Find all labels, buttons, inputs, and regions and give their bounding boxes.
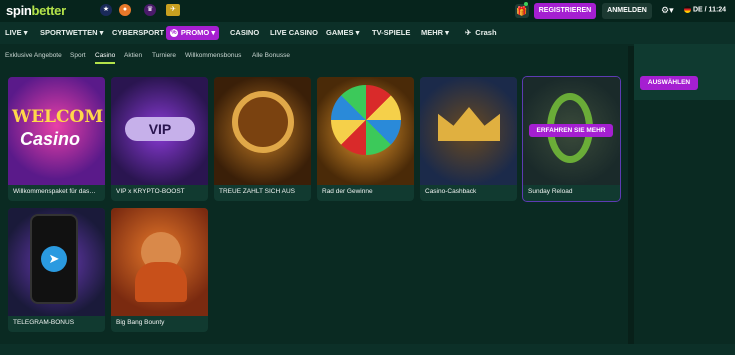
promo-image: ERFAHREN SIE MEHR <box>523 77 620 185</box>
subnav-aktien[interactable]: Aktien <box>124 52 142 59</box>
site-logo[interactable]: spinbetter <box>6 3 66 18</box>
promo-card[interactable]: VIP VIP x KRYPTO-BOOST <box>111 77 208 201</box>
subnav-turniere[interactable]: Turniere <box>152 52 176 59</box>
promo-image: ➤ <box>8 208 105 316</box>
wheel-art <box>232 91 294 153</box>
crown-art <box>438 107 500 141</box>
promo-title: TREUE ZAHLT SICH AUS <box>219 188 295 195</box>
nav-crash[interactable]: ✈ Crash <box>465 22 497 44</box>
subnav-alle-bonusse[interactable]: Alle Bonusse <box>252 52 290 59</box>
welcome-casino-art: WELCOM <box>12 107 104 127</box>
telegram-icon: ➤ <box>41 246 67 272</box>
crash-plane-icon: ✈ <box>465 28 472 37</box>
select-button[interactable]: AUSWÄHLEN <box>640 76 698 90</box>
miner-beard-art <box>135 262 187 302</box>
nav-promo-label: PROMO ▾ <box>180 28 216 37</box>
logo-text: spin <box>6 3 32 18</box>
notification-dot <box>524 2 528 6</box>
promo-title: Rad der Gewinne <box>322 188 373 195</box>
promo-image <box>111 208 208 316</box>
nav-mehr[interactable]: MEHR ▾ <box>421 22 449 44</box>
register-button[interactable]: REGISTRIEREN <box>534 3 596 19</box>
language-time-selector[interactable]: DE / 11:24 <box>684 6 726 13</box>
promo-grid: WELCOM Casino Willkommenspaket für das… … <box>0 66 628 344</box>
promo-title: VIP x KRYPTO-BOOST <box>116 188 185 195</box>
login-button[interactable]: ANMELDEN <box>602 3 652 19</box>
promo-title: Willkommenspaket für das… <box>13 188 96 195</box>
nav-tv-spiele[interactable]: TV-SPIELE <box>372 22 410 44</box>
side-panel: AUSWÄHLEN <box>634 44 735 100</box>
promo-card[interactable]: TREUE ZAHLT SICH AUS <box>214 77 311 201</box>
subnav-casino[interactable]: Casino <box>95 52 116 64</box>
promo-subnav: Exklusive Angebote Sport Casino Aktien T… <box>0 46 628 66</box>
gear-icon[interactable]: ⚙▾ <box>661 5 674 16</box>
uefa-champions-league-icon: ★ <box>100 4 112 16</box>
learn-more-button[interactable]: ERFAHREN SIE MEHR <box>529 124 613 137</box>
subnav-exklusive[interactable]: Exklusive Angebote <box>5 52 62 59</box>
subnav-willkommensbonus[interactable]: Willkommensbonus <box>185 52 241 59</box>
nav-cybersport[interactable]: CYBERSPORT <box>112 22 164 44</box>
promo-image <box>317 77 414 185</box>
nav-crash-label: Crash <box>475 28 497 37</box>
crash-badge-icon: ✈ <box>166 4 180 16</box>
nav-casino[interactable]: CASINO <box>230 22 259 44</box>
bottom-strip <box>0 344 735 355</box>
nav-sportwetten[interactable]: SPORTWETTEN ▾ <box>40 22 103 44</box>
nav-live-casino[interactable]: LIVE CASINO <box>270 22 318 44</box>
promo-title: Casino-Cashback <box>425 188 477 195</box>
lang-time-text: DE / 11:24 <box>693 6 727 14</box>
promo-card[interactable]: WELCOM Casino Willkommenspaket für das… <box>8 77 105 201</box>
germany-flag-icon <box>684 6 691 13</box>
promo-card[interactable]: Rad der Gewinne <box>317 77 414 201</box>
promo-card[interactable]: Big Bang Bounty <box>111 208 208 332</box>
top-bar: spinbetter ★ ● ♛ ✈ 🎁 REGISTRIEREN ANMELD… <box>0 0 735 22</box>
uefa-europa-league-icon: ● <box>119 4 131 16</box>
nav-live[interactable]: LIVE ▾ <box>5 22 28 44</box>
promo-image <box>214 77 311 185</box>
promo-icon: % <box>169 29 178 38</box>
promo-card[interactable]: Casino-Cashback <box>420 77 517 201</box>
premier-league-icon: ♛ <box>144 4 156 16</box>
promo-title: Big Bang Bounty <box>116 319 165 326</box>
nav-promo[interactable]: % PROMO ▾ <box>166 26 219 40</box>
vip-slot-art: VIP <box>125 117 195 141</box>
main-nav: LIVE ▾ SPORTWETTEN ▾ CYBERSPORT % PROMO ▾… <box>0 22 735 44</box>
promo-card[interactable]: ERFAHREN SIE MEHR Sunday Reload <box>522 76 621 202</box>
logo-accent-text: better <box>31 3 67 18</box>
promo-image <box>420 77 517 185</box>
casino-word-art: Casino <box>20 129 81 149</box>
gift-icon[interactable]: 🎁 <box>515 4 529 18</box>
nav-games[interactable]: GAMES ▾ <box>326 22 359 44</box>
promo-title: Sunday Reload <box>528 188 573 195</box>
fortune-wheel-art <box>331 85 401 155</box>
promo-image: VIP <box>111 77 208 185</box>
subnav-sport[interactable]: Sport <box>70 52 86 59</box>
promo-image: WELCOM Casino <box>8 77 105 185</box>
promo-card[interactable]: ➤ TELEGRAM-BONUS <box>8 208 105 332</box>
promo-title: TELEGRAM-BONUS <box>13 319 75 326</box>
